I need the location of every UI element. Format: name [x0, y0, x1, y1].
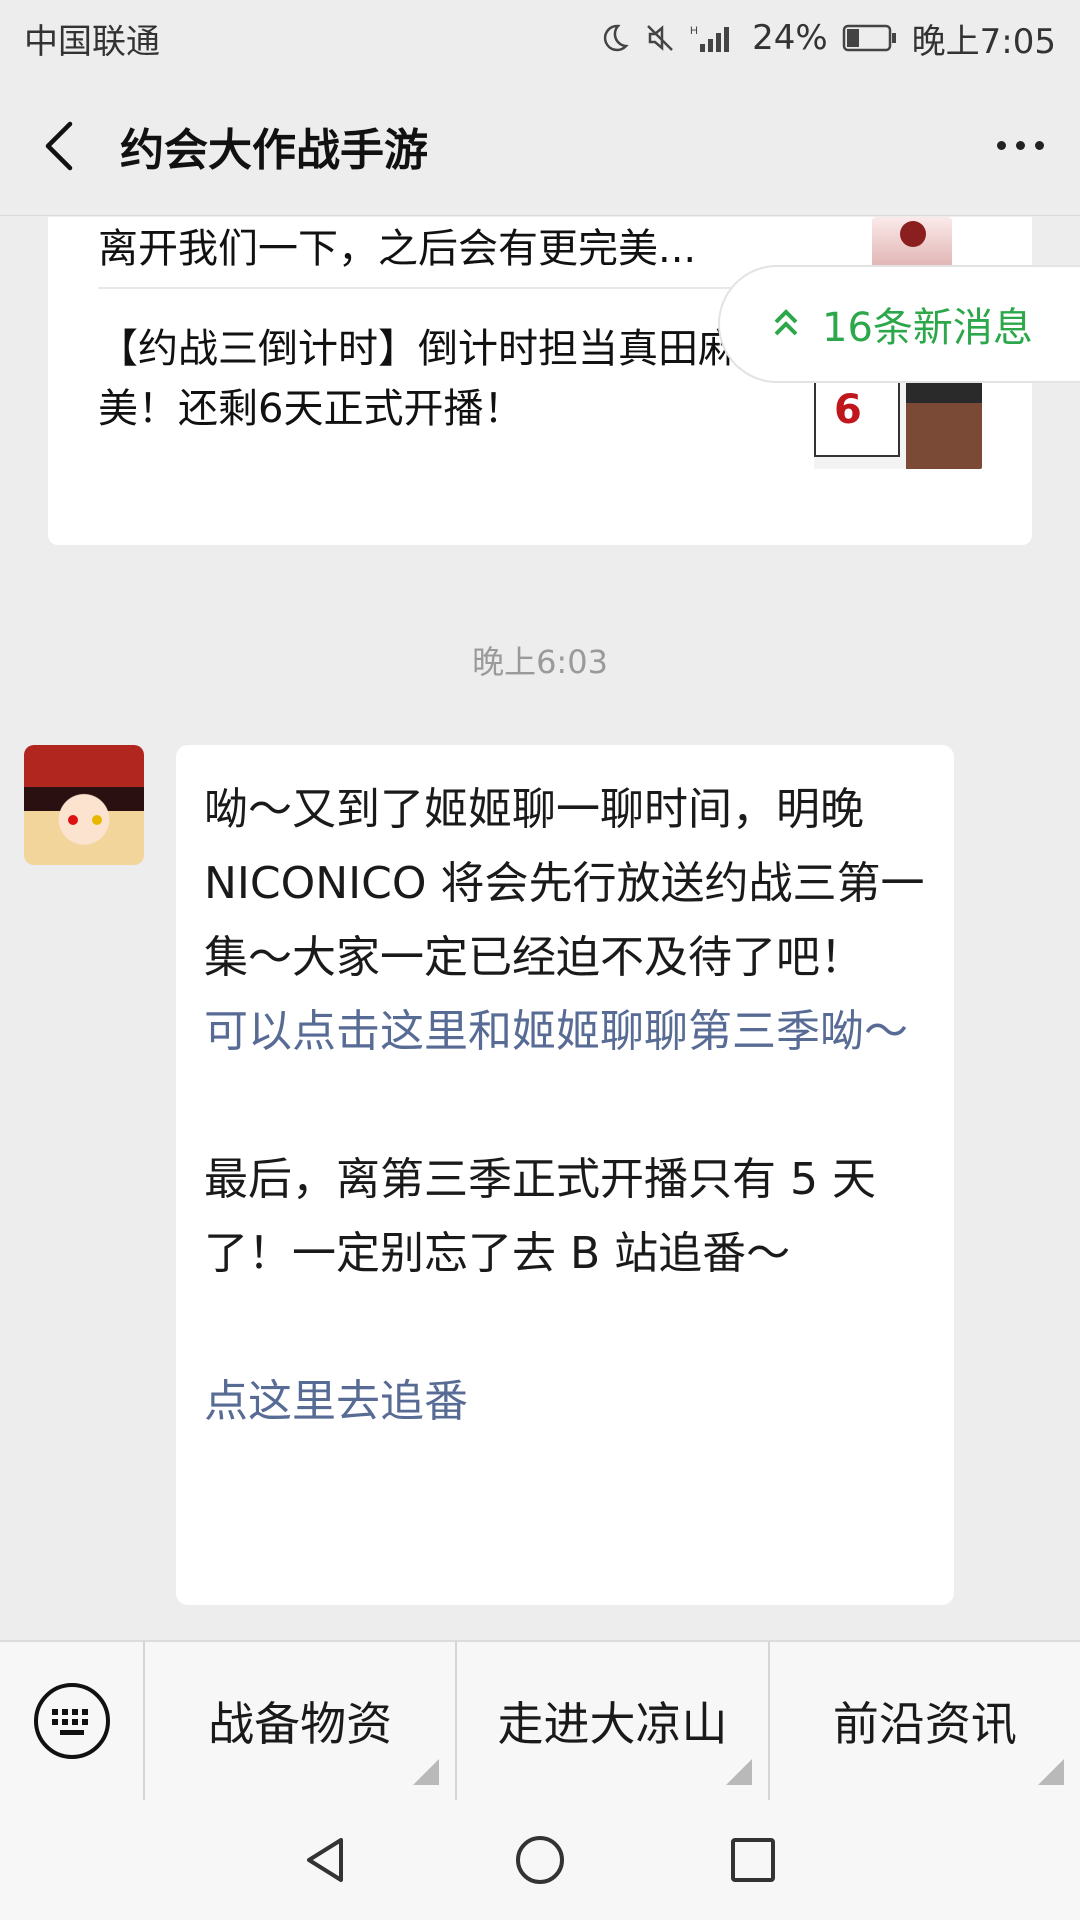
nav-back-button[interactable] — [282, 1815, 372, 1905]
moon-icon — [598, 22, 630, 54]
menu-item-label: 走进大凉山 — [497, 1697, 728, 1751]
double-chevron-up-icon — [774, 309, 798, 336]
submenu-corner-icon — [1037, 1759, 1064, 1785]
circle-home-icon — [515, 1836, 564, 1884]
back-button[interactable] — [0, 76, 120, 216]
more-button[interactable] — [960, 76, 1080, 216]
message-timestamp: 晚上6:03 — [472, 643, 608, 681]
menu-item-label: 战备物资 — [208, 1697, 393, 1751]
battery-percent: 24% — [752, 18, 828, 58]
menu-item-zhanbei[interactable]: 战备物资 — [145, 1641, 458, 1801]
avatar-eye — [92, 815, 102, 825]
thumbnail-number: 6 — [834, 387, 862, 433]
signal-icon: H — [690, 22, 738, 54]
keyboard-toggle-button[interactable] — [0, 1641, 145, 1801]
more-dot — [1015, 141, 1025, 150]
battery-icon — [842, 23, 898, 53]
message-text: 最后，离第三季正式开播只有 5 天了！一定别忘了去 B 站追番～ — [204, 1154, 876, 1279]
menu-item-label: 前沿资讯 — [832, 1697, 1017, 1751]
new-messages-label: 16条新消息 — [822, 305, 1033, 351]
nav-home-button[interactable] — [495, 1815, 585, 1905]
keyboard-icon — [33, 1683, 110, 1759]
avatar[interactable] — [24, 745, 144, 865]
article-title: 【约战三倒计时】倒计时担当真田麻美！还剩6天正式开播！ — [98, 326, 738, 432]
system-nav-bar — [0, 1800, 1080, 1920]
chevron-left-icon — [45, 121, 73, 170]
message-text: 呦～又到了姬姬聊一聊时间，明晚 NICONICO 将会先行放送约战三第一集～大家… — [204, 784, 925, 983]
status-time: 晚上7:05 — [911, 21, 1056, 62]
mute-icon — [644, 22, 676, 54]
carrier-label: 中国联通 — [24, 21, 160, 62]
menu-item-news[interactable]: 前沿资讯 — [770, 1641, 1080, 1801]
message-link[interactable]: 点这里去追番 — [204, 1365, 926, 1439]
square-recents-icon — [731, 1838, 776, 1882]
menu-item-daliangshan[interactable]: 走进大凉山 — [457, 1641, 770, 1801]
new-messages-button[interactable]: 16条新消息 — [718, 265, 1080, 383]
message-link[interactable]: 可以点击这里和姬姬聊聊第三季呦～ — [204, 995, 926, 1069]
message-bubble: 呦～又到了姬姬聊一聊时间，明晚 NICONICO 将会先行放送约战三第一集～大家… — [176, 745, 954, 1605]
svg-text:H: H — [690, 25, 698, 37]
menu-bar: 战备物资 走进大凉山 前沿资讯 — [0, 1640, 1080, 1801]
submenu-corner-icon — [413, 1759, 440, 1785]
more-dot — [1034, 141, 1044, 150]
status-bar: 中国联通 H 24% 晚上7:05 — [0, 0, 1080, 76]
app-root: 中国联通 H 24% 晚上7:05 约会大作战手游 离开我们一下，之后会有更完美… — [0, 0, 1080, 1920]
triangle-back-icon — [306, 1838, 343, 1882]
article-title: 离开我们一下，之后会有更完美... — [98, 226, 697, 272]
more-dots-icon — [996, 141, 1006, 150]
status-icons: H 24% 晚上7:05 — [598, 14, 1056, 63]
nav-recents-button[interactable] — [708, 1815, 798, 1905]
avatar-eye — [68, 815, 78, 825]
page-title: 约会大作战手游 — [120, 124, 428, 176]
chat-area[interactable]: 离开我们一下，之后会有更完美... 【约战三倒计时】倒计时担当真田麻美！还剩6天… — [0, 217, 1080, 1639]
title-bar: 约会大作战手游 — [0, 76, 1080, 216]
submenu-corner-icon — [725, 1759, 752, 1785]
